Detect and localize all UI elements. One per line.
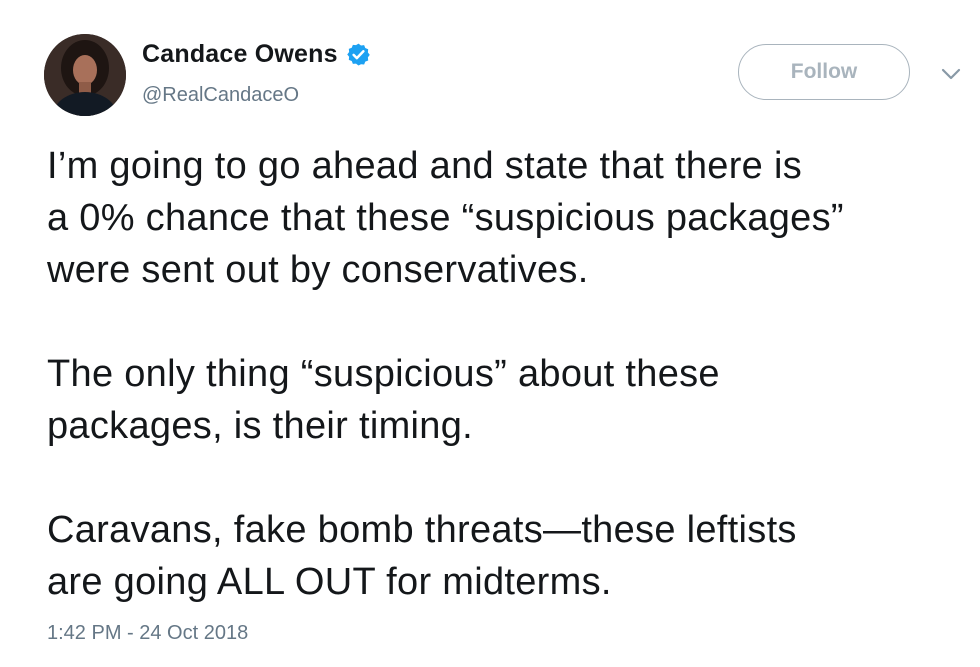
- profile-photo-icon: [44, 34, 126, 116]
- tweet-line: Caravans, fake bomb threats—these leftis…: [47, 509, 797, 551]
- tweet-paragraph: I’m going to go ahead and state that the…: [47, 140, 972, 296]
- tweet-line: a 0% chance that these “suspicious packa…: [47, 197, 844, 239]
- tweet-text: I’m going to go ahead and state that the…: [47, 140, 972, 608]
- tweet-paragraph: Caravans, fake bomb threats—these leftis…: [47, 504, 972, 608]
- author-display-name[interactable]: Candace Owens: [142, 40, 338, 69]
- tweet-line: were sent out by conservatives.: [47, 249, 589, 291]
- author-avatar[interactable]: [44, 34, 126, 116]
- tweet-line: The only thing “suspicious” about these: [47, 353, 720, 395]
- tweet-card: Candace Owens @RealCandaceO Follow I’m g…: [0, 0, 980, 667]
- author-handle[interactable]: @RealCandaceO: [142, 84, 299, 107]
- tweet-paragraph: The only thing “suspicious” about these …: [47, 348, 972, 452]
- tweet-line: packages, is their timing.: [47, 405, 473, 447]
- chevron-down-icon[interactable]: [940, 66, 962, 82]
- tweet-line: I’m going to go ahead and state that the…: [47, 145, 803, 187]
- tweet-line: are going ALL OUT for midterms.: [47, 561, 612, 603]
- verified-badge-icon: [346, 43, 370, 66]
- follow-button[interactable]: Follow: [738, 44, 910, 100]
- author-name-row: Candace Owens: [142, 40, 371, 69]
- tweet-timestamp[interactable]: 1:42 PM - 24 Oct 2018: [47, 622, 248, 645]
